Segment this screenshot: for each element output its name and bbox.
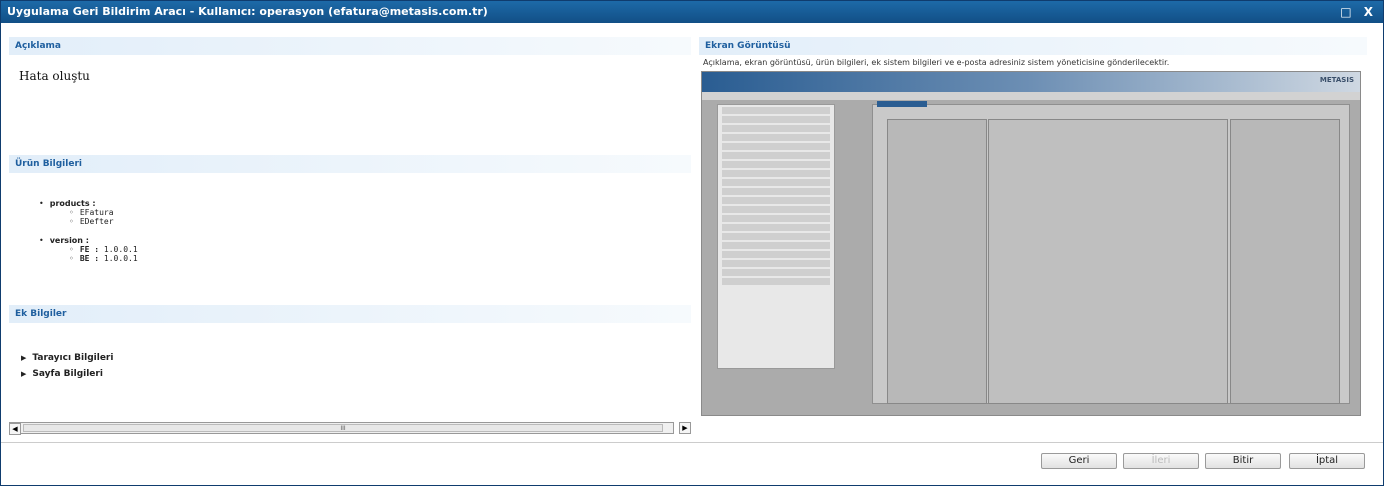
products-item: products : <box>39 199 691 208</box>
aciklama-text: Hata oluştu <box>19 69 90 83</box>
screenshot-panel-right <box>1230 119 1340 404</box>
product-edefter: EDefter <box>69 217 691 226</box>
screenshot-preview[interactable]: METASIS <box>701 71 1361 416</box>
ileri-button[interactable]: İleri <box>1123 453 1199 469</box>
scroll-left-icon[interactable]: ◀ <box>9 423 21 435</box>
screenshot-nav <box>702 92 1360 100</box>
product-info: products : EFatura EDefter version : FE … <box>9 173 691 303</box>
version-be: BE : 1.0.0.1 <box>69 254 691 263</box>
window-controls[interactable]: □ X <box>1340 1 1377 23</box>
ek-bilgiler-header: Ek Bilgiler <box>9 305 691 323</box>
urun-bilgileri-header: Ürün Bilgileri <box>9 155 691 173</box>
screenshot-sidebar <box>717 104 835 369</box>
ek-bilgiler-list: ▶ Tarayıcı Bilgileri ▶ Sayfa Bilgileri <box>9 323 691 379</box>
bitir-button[interactable]: Bitir <box>1205 453 1281 469</box>
metasis-logo: METASIS <box>1319 76 1354 84</box>
sayfa-bilgileri-toggle[interactable]: ▶ Sayfa Bilgileri <box>21 369 691 379</box>
products-list: EFatura EDefter <box>69 208 691 226</box>
left-panel: Açıklama Hata oluştu Ürün Bilgileri prod… <box>9 35 691 423</box>
horizontal-scrollbar[interactable]: ◀ III ▶ <box>9 422 691 435</box>
scrollbar-track[interactable]: ◀ III <box>9 422 674 435</box>
scroll-right-icon[interactable]: ▶ <box>679 422 691 434</box>
right-panel: Ekran Görüntüsü Açıklama, ekran görüntüs… <box>699 35 1367 423</box>
geri-button[interactable]: Geri <box>1041 453 1117 469</box>
screenshot-description: Açıklama, ekran görüntüsü, ürün bilgiler… <box>703 58 1170 67</box>
ekran-goruntusu-header: Ekran Görüntüsü <box>699 37 1367 55</box>
screenshot-panel-left <box>887 119 987 404</box>
version-fe: FE : 1.0.0.1 <box>69 245 691 254</box>
screenshot-tab <box>877 101 927 107</box>
version-item: version : <box>39 236 691 245</box>
screenshot-header: METASIS <box>702 72 1360 92</box>
aciklama-header: Açıklama <box>9 37 691 55</box>
scrollbar-thumb[interactable]: III <box>23 424 663 432</box>
tarayici-bilgileri-toggle[interactable]: ▶ Tarayıcı Bilgileri <box>21 353 691 363</box>
dialog-footer: Geri İleri Bitir İptal <box>1 442 1383 485</box>
window-title: Uygulama Geri Bildirim Aracı - Kullanıcı… <box>7 5 488 18</box>
window-titlebar: Uygulama Geri Bildirim Aracı - Kullanıcı… <box>1 1 1383 23</box>
screenshot-dashboard <box>872 101 1350 404</box>
expand-triangle-icon: ▶ <box>21 370 27 378</box>
feedback-dialog: Uygulama Geri Bildirim Aracı - Kullanıcı… <box>0 0 1384 486</box>
iptal-button[interactable]: İptal <box>1289 453 1365 469</box>
expand-triangle-icon: ▶ <box>21 354 27 362</box>
version-list: FE : 1.0.0.1 BE : 1.0.0.1 <box>69 245 691 263</box>
product-efatura: EFatura <box>69 208 691 217</box>
screenshot-panel-center <box>988 119 1228 404</box>
